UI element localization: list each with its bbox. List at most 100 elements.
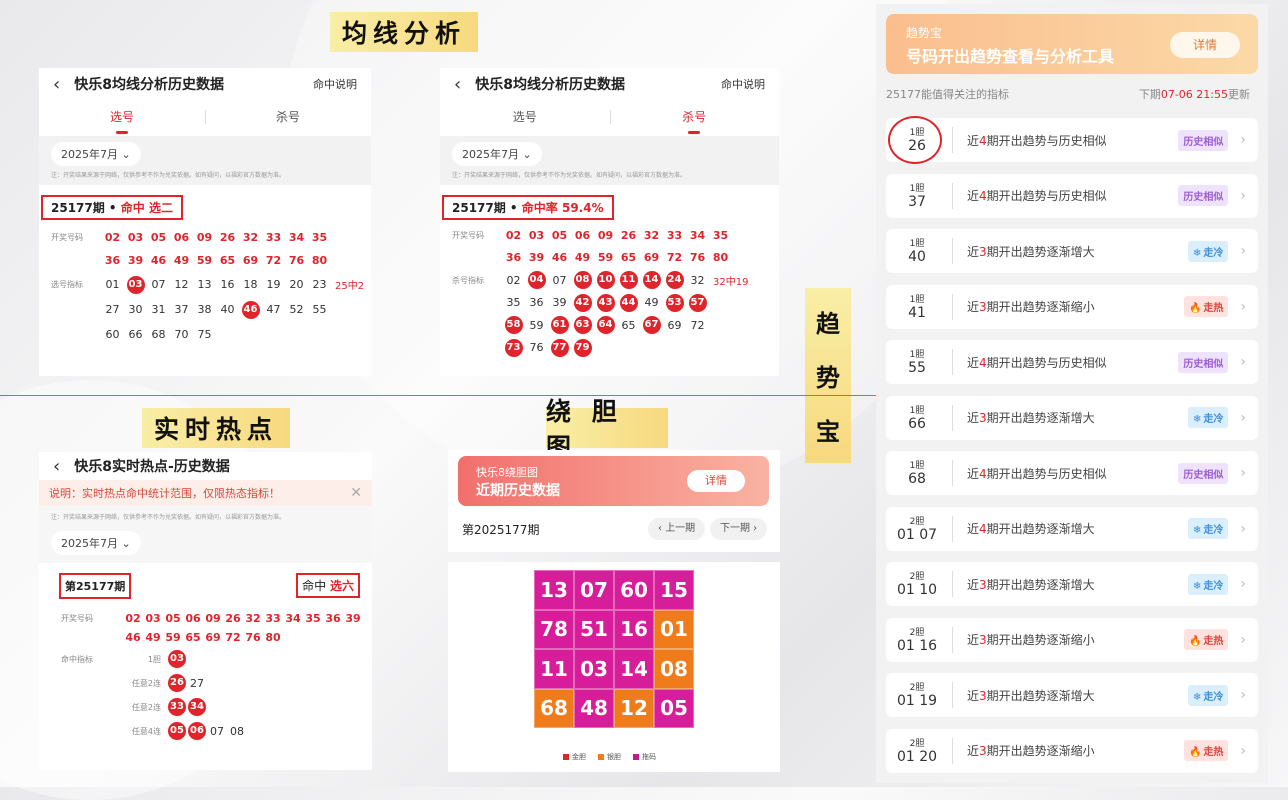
- back-icon[interactable]: ‹: [454, 74, 461, 95]
- number-ball: 03: [167, 650, 187, 668]
- number-circle: 73: [504, 338, 523, 357]
- trend-text: 近3期开出趋势逐渐增大: [967, 576, 1188, 593]
- row-tail: 32中19: [713, 276, 749, 288]
- trend-item[interactable]: 1胆 68 近4期开出趋势与历史相似 历史相似 ›: [886, 451, 1258, 495]
- trend-tag: 🔥 走热: [1183, 629, 1229, 650]
- number-ball: 57: [686, 293, 709, 312]
- tab-kill[interactable]: 杀号: [610, 100, 780, 136]
- legend-item: 银胆: [598, 752, 621, 762]
- trend-item[interactable]: 1胆 37 近4期开出趋势与历史相似 历史相似 ›: [886, 173, 1258, 218]
- back-icon[interactable]: ‹: [53, 74, 60, 95]
- details-button[interactable]: 详情: [687, 470, 745, 492]
- text-post: 期开出趋势逐渐缩小: [986, 633, 1095, 647]
- period-count: 4: [979, 522, 987, 536]
- chevron-right-icon: ›: [1240, 631, 1246, 648]
- dan-value: 01 19: [896, 693, 938, 709]
- trend-item[interactable]: 2胆 01 20 近3期开出趋势逐渐缩小 🔥 走热 ›: [886, 728, 1258, 773]
- tag-label: 历史相似: [1183, 136, 1224, 148]
- notice-text: 说明：实时热点命中统计范围，仅限热态指标！: [49, 487, 280, 500]
- number-ball: 06: [173, 231, 190, 244]
- number-ball: 35: [311, 231, 328, 244]
- prev-button[interactable]: ‹ 上一期: [648, 518, 706, 540]
- number-ball: 33: [265, 231, 282, 244]
- help-link[interactable]: 命中说明: [721, 76, 765, 92]
- number-ball: 09: [196, 231, 213, 244]
- trend-item[interactable]: 1胆 41 近3期开出趋势逐渐缩小 🔥 走热 ›: [886, 284, 1258, 329]
- tab-pick[interactable]: 选号: [440, 100, 610, 136]
- trend-item[interactable]: 2胆 01 07 近4期开出趋势逐渐增大 ❄ 走冷 ›: [886, 506, 1258, 551]
- number-ball: 44: [617, 293, 640, 312]
- chevron-down-icon: ⌄: [522, 148, 532, 161]
- dan-value: 01 16: [896, 637, 938, 654]
- tag-label: 走冷: [1203, 580, 1224, 592]
- grid-cell: 13: [534, 570, 574, 610]
- indicator-label: 1胆: [147, 654, 161, 664]
- month-select[interactable]: 2025年7月 ⌄: [51, 142, 141, 166]
- period: 25177期: [51, 201, 105, 215]
- number-ball: 05: [165, 612, 181, 625]
- number-ball: 72: [225, 631, 241, 644]
- number-ball: 02: [125, 612, 141, 625]
- help-link[interactable]: 命中说明: [313, 76, 357, 92]
- prev-label: 上一期: [665, 523, 696, 534]
- indicator-row: 任意2连 33 34: [61, 695, 372, 719]
- trend-item[interactable]: 1胆 66 近3期开出趋势逐渐增大 ❄ 走冷 ›: [886, 395, 1258, 440]
- trend-item[interactable]: 1胆 40 近3期开出趋势逐渐增大 ❄ 走冷 ›: [886, 229, 1258, 273]
- next-button[interactable]: 下一期 ›: [710, 518, 768, 540]
- number-circle: 79: [573, 338, 592, 357]
- header-trend-char: 趋: [816, 309, 840, 338]
- trend-item[interactable]: 2胆 01 19 近3期开出趋势逐渐增大 ❄ 走冷 ›: [886, 673, 1258, 717]
- number-ball: 03: [145, 612, 161, 625]
- text-pre: 近: [967, 189, 980, 203]
- trend-text: 近4期开出趋势与历史相似: [967, 354, 1178, 371]
- tab-kill[interactable]: 杀号: [205, 100, 371, 136]
- close-icon[interactable]: ✕: [350, 485, 362, 501]
- chevron-right-icon: ›: [1240, 187, 1246, 204]
- number-ball: 08: [571, 271, 594, 290]
- number-ball: 11: [617, 271, 640, 290]
- number-ball: 08: [230, 724, 244, 738]
- number-circle: 04: [527, 271, 546, 290]
- trend-tag: 历史相似: [1178, 129, 1229, 151]
- text-post: 期开出趋势逐渐增大: [986, 577, 1095, 592]
- number-circle: 24: [665, 271, 684, 290]
- number-circle: 10: [596, 271, 615, 290]
- trend-item[interactable]: 2胆 01 10 近3期开出趋势逐渐增大 ❄ 走冷 ›: [886, 562, 1258, 606]
- divider: [952, 127, 953, 153]
- number-ball: 27: [105, 303, 120, 316]
- number-ball: 23: [312, 278, 327, 291]
- period-count: 3: [979, 411, 987, 425]
- number-circle: 34: [188, 698, 206, 716]
- month-select[interactable]: 2025年7月 ⌄: [51, 531, 141, 555]
- grid-cell: 03: [574, 649, 614, 689]
- tag-label: 走热: [1203, 747, 1224, 758]
- row-label: 开奖号码: [61, 614, 93, 623]
- dan-value: 01 07: [896, 526, 938, 543]
- number-ball: 33: [265, 612, 281, 625]
- text-post: 期开出趋势逐渐增大: [986, 411, 1095, 425]
- gall-banner: 快乐8绕胆图 近期历史数据 详情: [458, 456, 769, 506]
- grid-cell: 68: [534, 688, 574, 728]
- number-ball: 06: [187, 722, 207, 740]
- number-ball: 05: [150, 231, 167, 244]
- month-select[interactable]: 2025年7月 ⌄: [452, 142, 542, 166]
- number-ball: 79: [571, 338, 594, 357]
- divider: [952, 182, 953, 209]
- number-ball: 02: [506, 273, 521, 287]
- header-ma: 均线分析: [330, 12, 478, 52]
- number-circle: 14: [642, 271, 661, 290]
- indicator-label: 任意4连: [131, 726, 161, 736]
- details-button[interactable]: 详情: [1170, 32, 1240, 58]
- info-left: 25177能值得关注的指标: [886, 88, 1009, 101]
- dan-count: 1胆 37: [896, 183, 938, 209]
- grid-cell: 08: [654, 649, 694, 689]
- number-row: 选号指标 01 03 07 12 13 16 18 19 20 23 25中2: [51, 272, 371, 297]
- number-ball: 06: [574, 228, 591, 242]
- trend-item[interactable]: 1胆 55 近4期开出趋势与历史相似 历史相似 ›: [886, 340, 1258, 384]
- dan-count: 1胆 66: [896, 405, 938, 431]
- page-title: 快乐8均线分析历史数据: [475, 77, 625, 93]
- trend-item[interactable]: 2胆 01 16 近3期开出趋势逐渐缩小 🔥 走热 ›: [886, 617, 1258, 662]
- tab-pick[interactable]: 选号: [39, 100, 205, 136]
- text-pre: 近: [967, 411, 980, 425]
- back-icon[interactable]: ‹: [53, 456, 60, 477]
